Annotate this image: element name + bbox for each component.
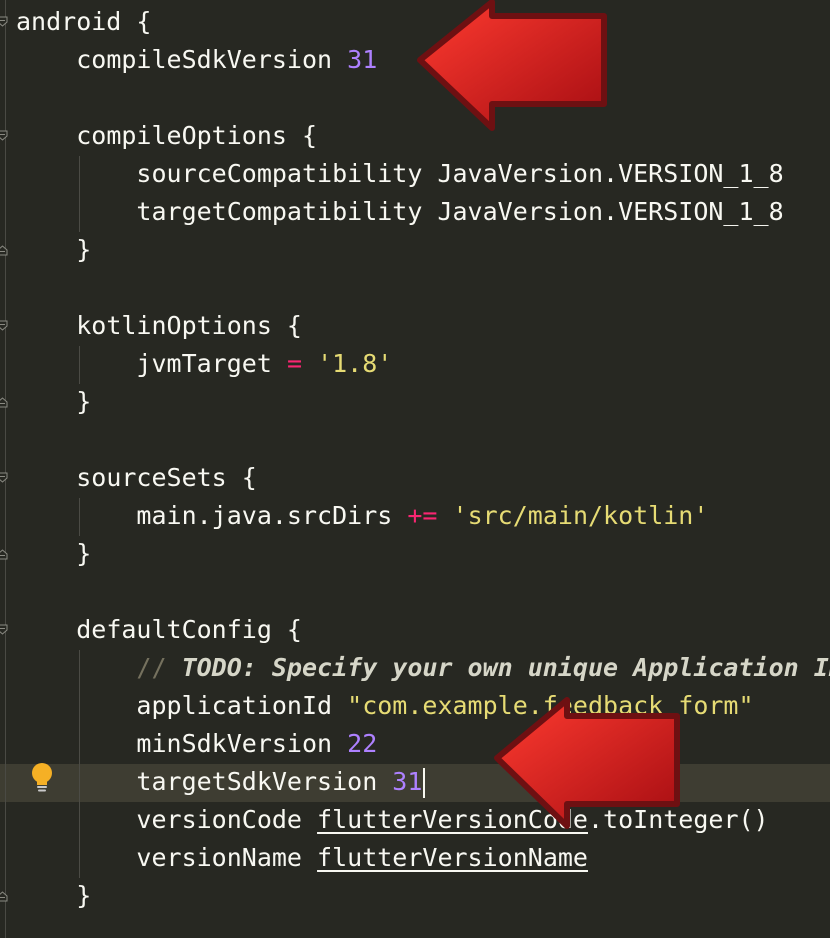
- code-token: android {: [16, 7, 152, 36]
- code-token: compileOptions {: [76, 121, 318, 150]
- fold-open-icon[interactable]: [0, 472, 8, 483]
- fold-open-icon[interactable]: [0, 130, 8, 141]
- code-line[interactable]: android {: [16, 3, 151, 41]
- code-token: }: [76, 235, 92, 264]
- code-token: defaultConfig {: [76, 615, 302, 644]
- fold-open-icon[interactable]: [0, 16, 8, 27]
- fold-close-icon[interactable]: [0, 549, 8, 560]
- code-token: 22: [347, 729, 378, 758]
- code-line[interactable]: compileSdkVersion 31: [16, 41, 377, 79]
- code-token: }: [76, 387, 92, 416]
- code-token: versionName: [136, 843, 318, 872]
- code-token: }: [76, 539, 92, 568]
- code-token: =: [286, 349, 302, 378]
- code-line[interactable]: }: [16, 535, 91, 573]
- code-line[interactable]: sourceSets {: [16, 459, 257, 497]
- code-token: TODO: Specify your own unique Applicatio…: [181, 653, 830, 682]
- current-code-line[interactable]: targetSdkVersion 31: [16, 763, 426, 801]
- code-line[interactable]: compileOptions {: [16, 117, 317, 155]
- code-line[interactable]: }: [16, 231, 91, 269]
- red-arrow-icon: [494, 697, 680, 829]
- code-token: +=: [407, 501, 438, 530]
- code-line[interactable]: kotlinOptions {: [16, 307, 302, 345]
- code-editor[interactable]: android { compileSdkVersion 31 compileOp…: [0, 0, 830, 938]
- code-line[interactable]: }: [16, 877, 91, 915]
- code-token: targetCompatibility JavaVersion.VERSION_…: [136, 197, 784, 226]
- code-token: kotlinOptions {: [76, 311, 302, 340]
- lightbulb-icon[interactable]: [30, 762, 54, 794]
- code-line[interactable]: jvmTarget = '1.8': [16, 345, 392, 383]
- fold-open-icon[interactable]: [0, 624, 8, 635]
- code-token: sourceCompatibility JavaVersion.VERSION_…: [136, 159, 784, 188]
- code-line[interactable]: defaultConfig {: [16, 611, 302, 649]
- fold-close-icon[interactable]: [0, 891, 8, 902]
- fold-open-icon[interactable]: [0, 320, 8, 331]
- code-token: versionCode: [136, 805, 318, 834]
- code-line[interactable]: versionName flutterVersionName: [16, 839, 588, 877]
- code-token: applicationId: [136, 691, 348, 720]
- code-line[interactable]: minSdkVersion 22: [16, 725, 377, 763]
- code-token: //: [136, 653, 182, 682]
- red-arrow-icon: [417, 0, 607, 131]
- code-token: 31: [347, 45, 378, 74]
- code-token: 31: [392, 767, 423, 796]
- code-line[interactable]: sourceCompatibility JavaVersion.VERSION_…: [16, 155, 784, 193]
- fold-close-icon[interactable]: [0, 245, 8, 256]
- code-line[interactable]: targetCompatibility JavaVersion.VERSION_…: [16, 193, 784, 231]
- code-token: compileSdkVersion: [76, 45, 348, 74]
- code-token: jvmTarget: [136, 349, 287, 378]
- code-token: '1.8': [317, 349, 393, 378]
- code-token: targetSdkVersion: [136, 767, 393, 796]
- code-token: main.java.srcDirs: [136, 501, 408, 530]
- code-line[interactable]: }: [16, 383, 91, 421]
- text-cursor: [423, 768, 426, 798]
- code-token: flutterVersionName: [317, 843, 588, 872]
- code-line[interactable]: main.java.srcDirs += 'src/main/kotlin': [16, 497, 708, 535]
- code-token: sourceSets {: [76, 463, 257, 492]
- code-token: 'src/main/kotlin': [452, 501, 709, 530]
- code-line[interactable]: // TODO: Specify your own unique Applica…: [16, 649, 830, 687]
- fold-close-icon[interactable]: [0, 397, 8, 408]
- code-token: minSdkVersion: [136, 729, 348, 758]
- code-token: }: [76, 881, 92, 910]
